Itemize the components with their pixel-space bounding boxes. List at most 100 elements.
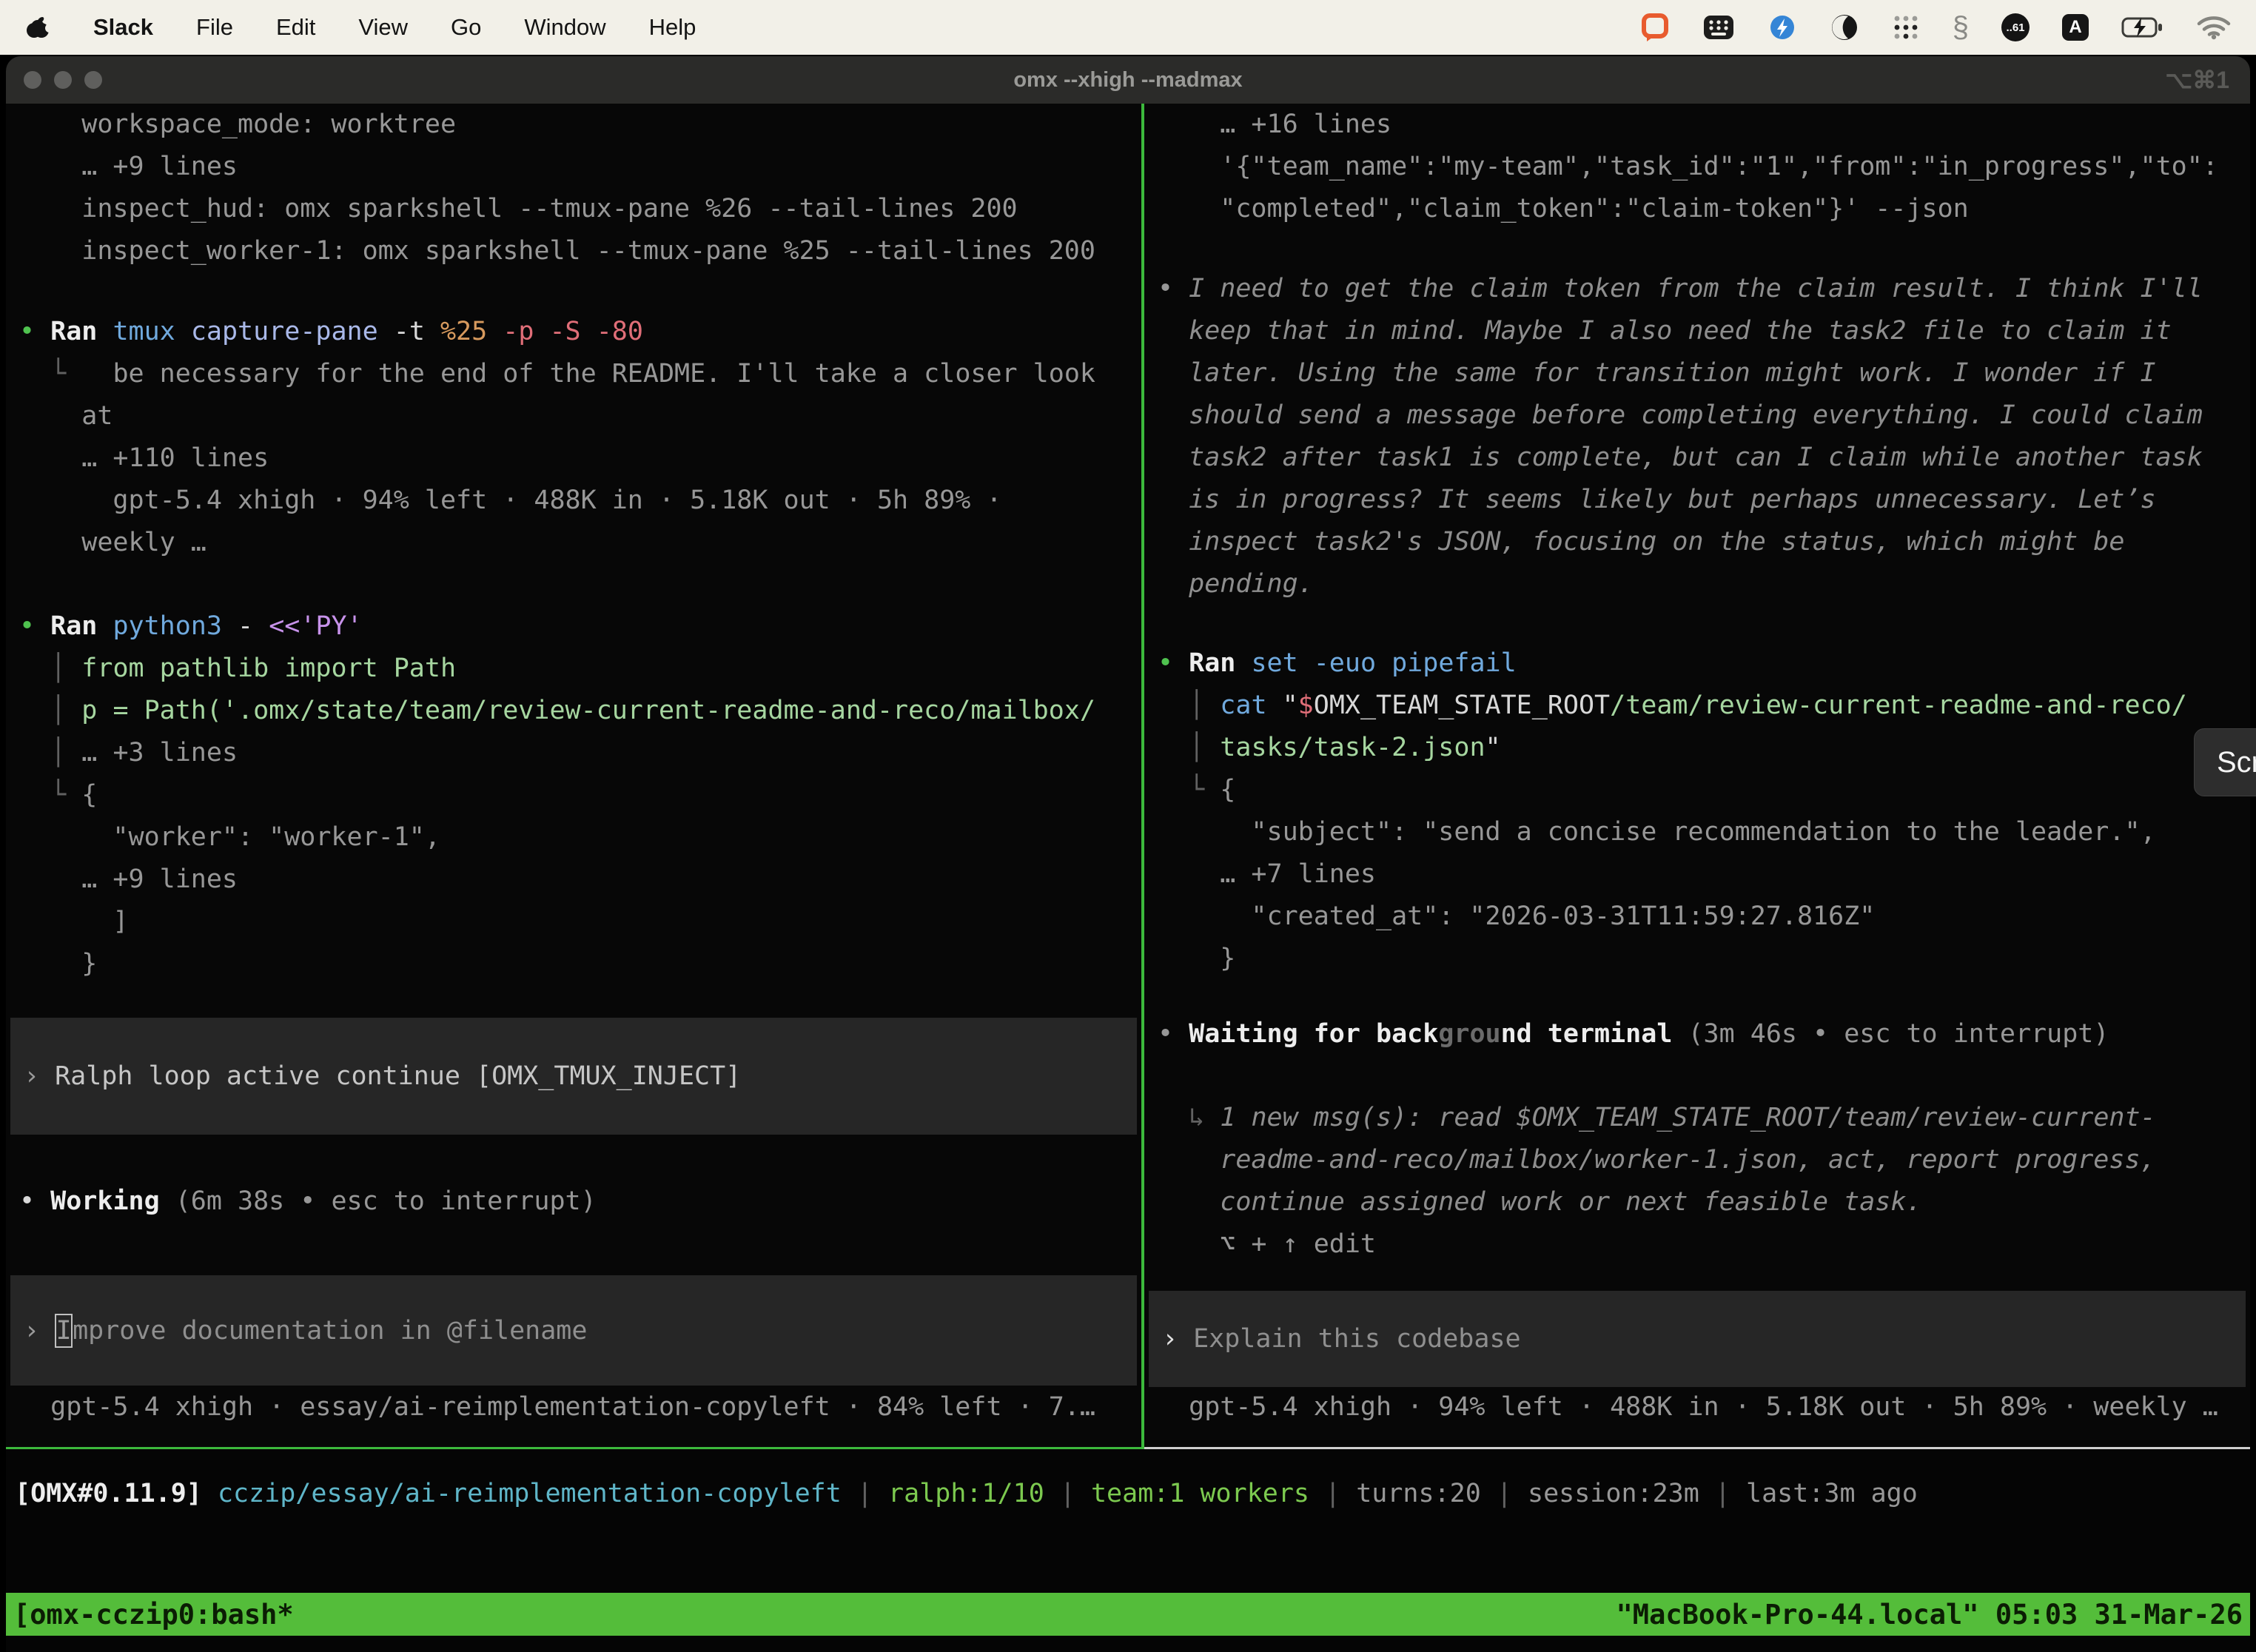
dots-grid-icon[interactable]	[1892, 13, 1920, 41]
terminal-line: at	[19, 395, 1141, 437]
terminal-line: gpt-5.4 xhigh · essay/ai-reimplementatio…	[19, 1386, 1141, 1428]
window-shortcut-hint: ⌥⌘1	[2165, 66, 2229, 94]
input-placeholder-left: mprove documentation in @filename	[73, 1316, 587, 1346]
terminal-line: keep that in mind. Maybe I also need the…	[1158, 310, 2250, 352]
left-pane-bottom-border	[6, 1447, 1141, 1449]
terminal-line: • Ran tmux capture-pane -t %25 -p -S -80	[19, 311, 1141, 353]
terminal-line: ⌥ + ↑ edit	[1158, 1223, 2250, 1266]
input-source-label: A	[2069, 17, 2081, 38]
screen-overlay-tooltip[interactable]: Scre	[2194, 728, 2256, 796]
right-thinking: • I need to get the claim token from the…	[1144, 268, 2250, 605]
terminal-line: • Ran set -euo pipefail	[1158, 642, 2250, 685]
left-ran-python: • Ran python3 - <<'PY' │ from pathlib im…	[6, 605, 1141, 985]
terminal-line: ↳ 1 new msg(s): read $OMX_TEAM_STATE_ROO…	[1158, 1097, 2250, 1139]
prompt-input-left[interactable]: › I mprove documentation in @filename	[10, 1275, 1137, 1386]
terminal-line: │ tasks/task-2.json"	[1158, 727, 2250, 769]
terminal-line: • I need to get the claim token from the…	[1158, 268, 2250, 310]
macos-menu-bar: Slack File Edit View Go Window Help	[0, 0, 2256, 55]
wifi-icon[interactable]	[2197, 15, 2231, 40]
terminal-line: '{"team_name":"my-team","task_id":"1","f…	[1158, 146, 2250, 188]
terminal-line: inspect task2's JSON, focusing on the st…	[1158, 521, 2250, 563]
window-title: omx --xhigh --madmax	[1013, 68, 1242, 93]
terminal-line: should send a message before completing …	[1158, 394, 2250, 437]
battery-61-badge-icon[interactable]: ..61	[2001, 13, 2030, 41]
close-button[interactable]	[24, 71, 41, 89]
active-app-menu[interactable]: Slack	[93, 14, 153, 41]
right-mailbox-note: ↳ 1 new msg(s): read $OMX_TEAM_STATE_ROO…	[1144, 1097, 2250, 1266]
terminal-line: gpt-5.4 xhigh · 94% left · 488K in · 5.1…	[1158, 1386, 2250, 1428]
terminal-pane-right[interactable]: … +16 lines '{"team_name":"my-team","tas…	[1144, 104, 2250, 1449]
battery-charging-icon[interactable]	[2121, 16, 2164, 38]
terminal-line: gpt-5.4 xhigh · 94% left · 488K in · 5.1…	[19, 480, 1141, 522]
right-session-statusline: gpt-5.4 xhigh · 94% left · 488K in · 5.1…	[1144, 1386, 2250, 1428]
terminal-line: … +9 lines	[19, 146, 1141, 188]
tmux-host-clock: "MacBook-Pro-44.local" 05:03 31-Mar-26	[1617, 1599, 2243, 1631]
omx-status-bar: [OMX#0.11.9] cczip/essay/ai-reimplementa…	[15, 1473, 2250, 1515]
left-log-head: workspace_mode: worktree … +9 lines insp…	[6, 104, 1141, 272]
prompt-input-right[interactable]: › Explain this codebase	[1149, 1291, 2246, 1387]
terminal-line: • Working (6m 38s • esc to interrupt)	[19, 1181, 1141, 1223]
input-source-icon[interactable]: A	[2062, 14, 2089, 41]
tmux-status-bar: [omx-cczip0:bash* "MacBook-Pro-44.local"…	[6, 1593, 2250, 1636]
menu-edit[interactable]: Edit	[276, 14, 315, 41]
terminal-line: └ be necessary for the end of the README…	[19, 353, 1141, 395]
crescent-icon[interactable]	[1830, 13, 1859, 42]
terminal-line: }	[19, 943, 1141, 985]
terminal-line: "created_at": "2026-03-31T11:59:27.816Z"	[1158, 896, 2250, 938]
menu-go[interactable]: Go	[451, 14, 481, 41]
badge-61-label: ..61	[2006, 21, 2024, 34]
terminal-line: │ p = Path('.omx/state/team/review-curre…	[19, 690, 1141, 732]
terminal-line: }	[1158, 938, 2250, 980]
screen-sharing-icon[interactable]	[1640, 13, 1670, 42]
text-cursor: I	[55, 1314, 73, 1348]
prompt-chevron-icon: ›	[24, 1316, 39, 1346]
zoom-button[interactable]	[84, 71, 102, 89]
terminal-body: workspace_mode: worktree … +9 lines insp…	[6, 104, 2250, 1449]
banner-chevron-icon: ›	[24, 1061, 39, 1091]
tooltip-label: Scre	[2217, 746, 2256, 779]
terminal-line: … +9 lines	[19, 859, 1141, 901]
terminal-line: • Ran python3 - <<'PY'	[19, 605, 1141, 648]
terminal-line: "subject": "send a concise recommendatio…	[1158, 811, 2250, 853]
terminal-line: inspect_hud: omx sparkshell --tmux-pane …	[19, 188, 1141, 230]
terminal-line: weekly …	[19, 522, 1141, 564]
minimize-button[interactable]	[54, 71, 72, 89]
verified-badge-icon[interactable]	[1767, 13, 1797, 42]
terminal-line: "completed","claim_token":"claim-token"}…	[1158, 188, 2250, 230]
section-squiggle-icon[interactable]: §	[1953, 13, 1969, 42]
terminal-line: workspace_mode: worktree	[19, 104, 1141, 146]
left-working-status: • Working (6m 38s • esc to interrupt)	[6, 1181, 1141, 1223]
apple-menu-icon[interactable]	[25, 13, 50, 42]
menu-file[interactable]: File	[196, 14, 233, 41]
left-ran-tmux: • Ran tmux capture-pane -t %25 -p -S -80…	[6, 311, 1141, 564]
terminal-line: … +7 lines	[1158, 853, 2250, 896]
terminal-line: "worker": "worker-1",	[19, 816, 1141, 859]
right-log-head: … +16 lines '{"team_name":"my-team","tas…	[1144, 104, 2250, 230]
terminal-line: task2 after task1 is complete, but can I…	[1158, 437, 2250, 479]
terminal-window: omx --xhigh --madmax ⌥⌘1 workspace_mode:…	[6, 56, 2250, 1652]
terminal-line: pending.	[1158, 563, 2250, 605]
tmux-session-label[interactable]: [omx-cczip0:bash*	[13, 1599, 294, 1631]
terminal-line: │ from pathlib import Path	[19, 648, 1141, 690]
terminal-line: ]	[19, 901, 1141, 943]
prompt-chevron-icon: ›	[1162, 1324, 1178, 1354]
input-placeholder-right: Explain this codebase	[1193, 1324, 1521, 1354]
menu-help[interactable]: Help	[649, 14, 696, 41]
banner-text: Ralph loop active continue [OMX_TMUX_INJ…	[55, 1061, 741, 1091]
right-pane-bottom-border	[1144, 1447, 2250, 1449]
menu-view[interactable]: View	[358, 14, 408, 41]
terminal-line: continue assigned work or next feasible …	[1158, 1181, 2250, 1223]
terminal-line: • Waiting for background terminal (3m 46…	[1158, 1013, 2250, 1055]
terminal-pane-left[interactable]: workspace_mode: worktree … +9 lines insp…	[6, 104, 1141, 1449]
terminal-line: └ {	[1158, 769, 2250, 811]
window-titlebar[interactable]: omx --xhigh --madmax ⌥⌘1	[6, 56, 2250, 104]
right-waiting-status: • Waiting for background terminal (3m 46…	[1144, 1013, 2250, 1055]
menu-window[interactable]: Window	[524, 14, 605, 41]
right-ran-cat: • Ran set -euo pipefail │ cat "$OMX_TEAM…	[1144, 642, 2250, 980]
terminal-line: │ cat "$OMX_TEAM_STATE_ROOT/team/review-…	[1158, 685, 2250, 727]
terminal-line: later. Using the same for transition mig…	[1158, 352, 2250, 394]
keyboard-icon[interactable]	[1702, 13, 1735, 42]
terminal-line: inspect_worker-1: omx sparkshell --tmux-…	[19, 230, 1141, 272]
terminal-line: [OMX#0.11.9] cczip/essay/ai-reimplementa…	[15, 1473, 2250, 1515]
ralph-loop-banner: › Ralph loop active continue [OMX_TMUX_I…	[10, 1018, 1137, 1135]
